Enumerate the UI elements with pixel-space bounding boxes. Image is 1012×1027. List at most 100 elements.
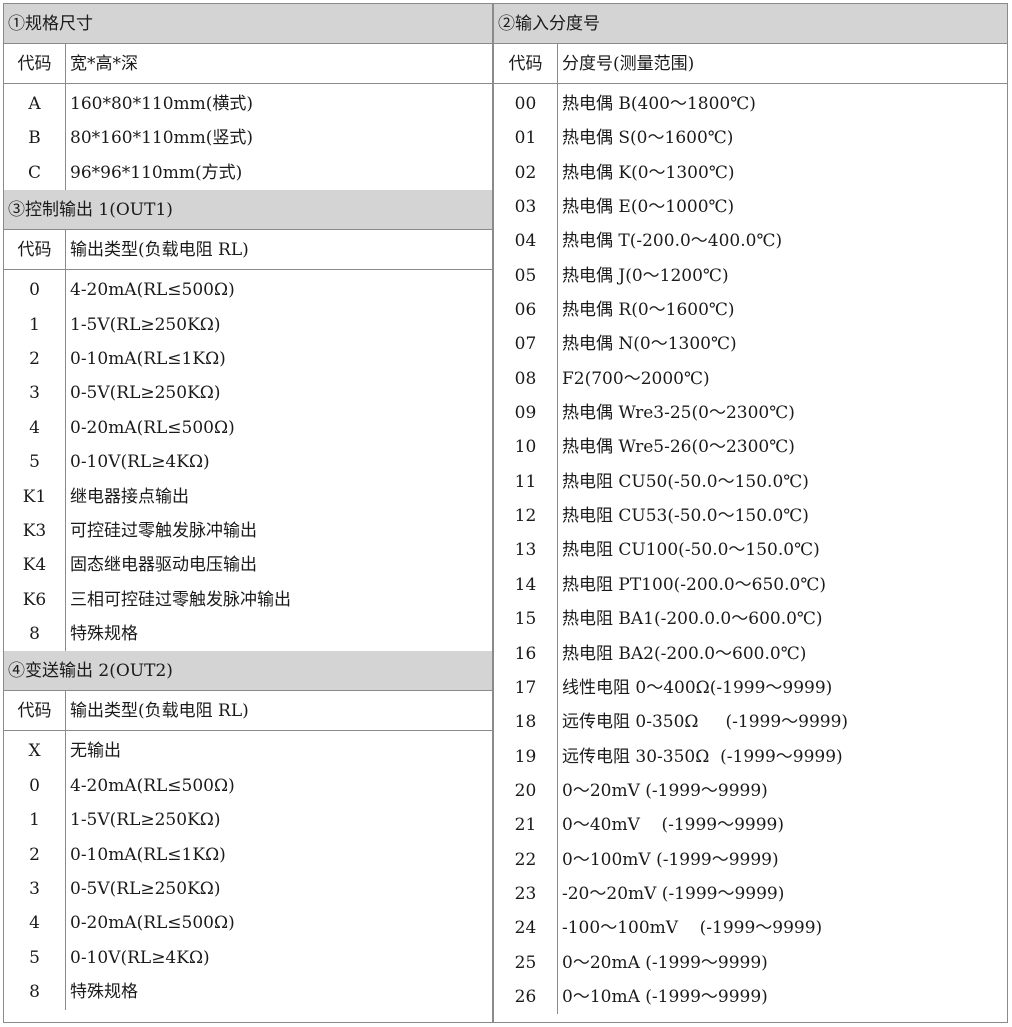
out1-code-cell: 4 (29, 417, 40, 438)
size-codes: ABC (4, 84, 66, 191)
right-column: ②输入分度号 代码 分度号(测量范围) 00 01 02 03 04 05 06 07 08 09… (493, 3, 1008, 1023)
out1-code-cell: K3 (22, 520, 47, 541)
input-desc-cell: 远传电阻 30-350Ω (-1999～9999) (562, 746, 843, 767)
input-desc-cell: 热电偶 T(-200.0～400.0℃) (562, 231, 783, 252)
input-desc-cell: 热电阻 BA2(-200.0～600.0℃) (562, 643, 807, 664)
out2-desc-cell: 特殊规格 (70, 982, 138, 1003)
input-code-cell: 12 (514, 506, 537, 527)
input-code-cell: 20 (514, 780, 537, 801)
out2-header-row: 代码 输出类型(负载电阻 RL) (4, 691, 492, 732)
out1-desc-cell: 1-5V(RL≥250KΩ) (70, 314, 221, 335)
input-desc-cell: 热电偶 Wre3-25(0～2300℃) (562, 403, 795, 424)
input-desc-cell: 0～10mA (-1999～9999) (562, 986, 768, 1007)
out1-code-cell: K6 (22, 589, 47, 610)
size-code-cell: C (27, 162, 41, 183)
out1-code-cell: 0 (29, 280, 40, 301)
input-code-cell: 16 (514, 643, 537, 664)
size-section: ①规格尺寸 代码 宽*高*深 ABC 160*80*110mm(横式) 80*16… (4, 4, 492, 191)
out1-desc-cell: 继电器接点输出 (70, 486, 189, 507)
input-code-cell: 07 (514, 334, 537, 355)
input-desc-cell: 远传电阻 0-350Ω (-1999～9999) (562, 712, 849, 733)
out2-code-cell: 2 (29, 844, 40, 865)
input-code-cell: 17 (514, 677, 537, 698)
out1-desc-cell: 特殊规格 (70, 624, 138, 645)
input-desc-cell: -20～20mV (-1999～9999) (562, 883, 785, 904)
out2-code-cell: 3 (29, 879, 40, 900)
size-desc-cell: 160*80*110mm(横式) (70, 94, 254, 114)
out2-code-cell: 1 (29, 810, 40, 831)
out2-header-desc: 输出类型(负载电阻 RL) (70, 701, 249, 722)
input-desc-cell: 热电偶 R(0～1600℃) (562, 300, 735, 321)
input-desc-cell: 热电阻 CU50(-50.0～150.0℃) (562, 471, 809, 492)
input-code-cell: 06 (514, 300, 537, 321)
out1-header-row: 代码 输出类型(负载电阻 RL) (4, 230, 492, 271)
size-code-cell: A (28, 94, 41, 114)
input-code-cell: 24 (514, 918, 537, 939)
out1-desc-cell: 0-5V(RL≥250KΩ) (70, 383, 221, 404)
out2-desc-cell: 1-5V(RL≥250KΩ) (70, 810, 221, 831)
out1-section: ③控制输出 1(OUT1) 代码 输出类型(负载电阻 RL) 0 1 2 3 4 5 K1 K… (4, 190, 492, 652)
input-desc-cell: 热电偶 K(0～1300℃) (562, 162, 735, 183)
out1-desc-cell: 可控硅过零触发脉冲输出 (70, 520, 257, 541)
out1-code-cell: 1 (29, 314, 40, 335)
out1-desc-cell: 三相可控硅过零触发脉冲输出 (70, 589, 291, 610)
input-code-cell: 11 (514, 471, 537, 492)
input-header-desc: 分度号(测量范围) (562, 54, 695, 74)
input-code-cell: 14 (514, 574, 537, 595)
size-descs: 160*80*110mm(横式) 80*160*110mm(竖式) 96*96*11… (66, 84, 492, 190)
input-header-code: 代码 (494, 44, 558, 83)
input-section-title: ②输入分度号 (494, 4, 1007, 44)
input-desc-cell: 0～20mV (-1999～9999) (562, 780, 768, 801)
input-desc-cell: 热电偶 S(0～1600℃) (562, 128, 734, 149)
out1-code-cell: 2 (29, 348, 40, 369)
input-code-cell: 04 (514, 231, 537, 252)
out1-body: 0 1 2 3 4 5 K1 K3 K4 K6 8 4-20mA(RL≤500Ω) 1-5V(RL≥2… (4, 270, 492, 652)
input-desc-cell: 线性电阻 0～400Ω(-1999～9999) (562, 677, 833, 698)
input-desc-cell: 0～40mV (-1999～9999) (562, 815, 784, 836)
input-desc-cell: -100～100mV (-1999～9999) (562, 918, 823, 939)
input-code-cell: 02 (514, 162, 537, 183)
input-code-cell: 23 (514, 883, 537, 904)
out1-desc-cell: 固态继电器驱动电压输出 (70, 555, 257, 576)
size-section-title: ①规格尺寸 (4, 4, 492, 44)
out1-code-cell: K4 (22, 555, 47, 576)
input-section: ②输入分度号 代码 分度号(测量范围) 00 01 02 03 04 05 06 07 08 09… (494, 4, 1007, 1015)
input-code-cell: 00 (514, 94, 537, 114)
size-header-code: 代码 (4, 44, 66, 83)
out2-desc-cell: 0-20mA(RL≤500Ω) (70, 913, 235, 934)
input-code-cell: 18 (514, 712, 537, 733)
input-desc-cell: 热电偶 N(0～1300℃) (562, 334, 737, 355)
input-desc-cell: 热电阻 BA1(-200.0.0～600.0℃) (562, 609, 823, 630)
out1-descs: 4-20mA(RL≤500Ω) 1-5V(RL≥250KΩ) 0-10mA(RL≤1… (66, 270, 492, 651)
input-desc-cell: F2(700～2000℃) (562, 368, 710, 389)
size-code-cell: B (28, 128, 41, 149)
out2-code-cell: 0 (29, 775, 40, 796)
out2-descs: 无输出 4-20mA(RL≤500Ω) 1-5V(RL≥250KΩ) 0-10mA(R… (66, 731, 492, 1009)
out2-desc-cell: 0-10mA(RL≤1KΩ) (70, 844, 226, 865)
input-desc-cell: 热电阻 CU100(-50.0～150.0℃) (562, 540, 820, 561)
input-desc-cell: 热电阻 CU53(-50.0～150.0℃) (562, 506, 809, 527)
input-code-cell: 26 (514, 986, 537, 1007)
out1-header-code: 代码 (4, 230, 66, 270)
out1-code-cell: 3 (29, 383, 40, 404)
input-code-cell: 05 (514, 265, 537, 286)
input-desc-cell: 热电偶 J(0～1200℃) (562, 265, 729, 286)
out1-desc-cell: 0-10mA(RL≤1KΩ) (70, 348, 226, 369)
out2-code-cell: 4 (29, 913, 40, 934)
input-desc-cell: 0～100mV (-1999～9999) (562, 849, 779, 870)
input-code-cell: 01 (514, 128, 537, 149)
input-body: 00 01 02 03 04 05 06 07 08 09 10 11 12 13 14 15 16 17 18 19… (494, 84, 1007, 1015)
input-code-cell: 22 (514, 849, 537, 870)
input-desc-cell: 热电偶 B(400～1800℃) (562, 94, 756, 114)
input-code-cell: 19 (514, 746, 537, 767)
out1-code-cell: K1 (22, 486, 47, 507)
out1-header-desc: 输出类型(负载电阻 RL) (70, 240, 249, 261)
out2-desc-cell: 0-10V(RL≥4KΩ) (70, 947, 210, 968)
out1-code-cell: 8 (29, 624, 40, 645)
left-column: ①规格尺寸 代码 宽*高*深 ABC 160*80*110mm(横式) 80*16… (3, 3, 493, 1023)
out2-desc-cell: 0-5V(RL≥250KΩ) (70, 879, 221, 900)
out2-desc-cell: 4-20mA(RL≤500Ω) (70, 775, 235, 796)
out1-desc-cell: 0-20mA(RL≤500Ω) (70, 417, 235, 438)
out2-header-code: 代码 (4, 691, 66, 731)
out2-section-title: ④变送输出 2(OUT2) (4, 651, 492, 692)
